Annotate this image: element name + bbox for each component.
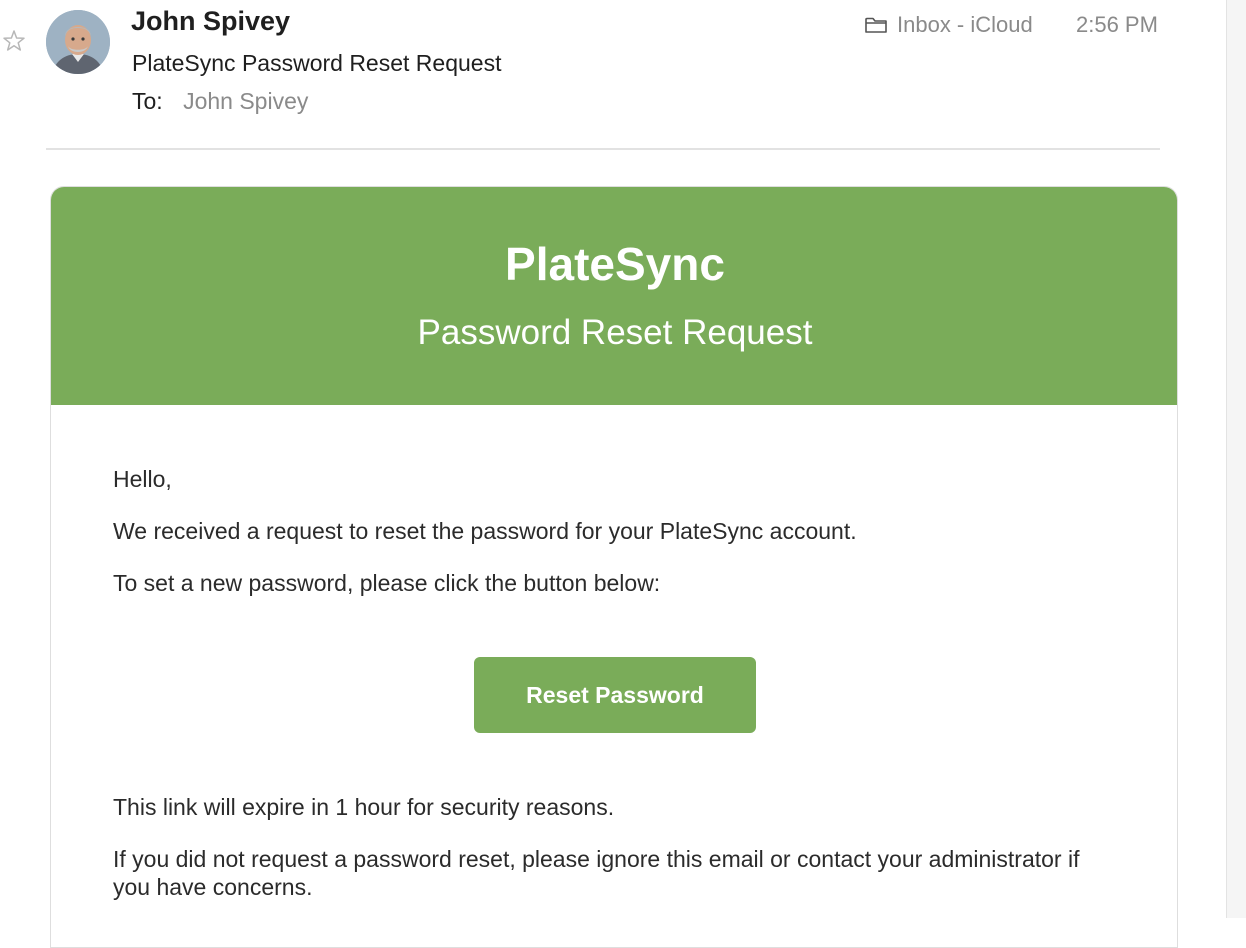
window-edge	[1226, 0, 1246, 918]
body-paragraph-request: We received a request to reset the passw…	[113, 518, 857, 544]
greeting: Hello,	[113, 466, 172, 492]
mailbox-label[interactable]: Inbox - iCloud	[864, 12, 1033, 38]
email-body: PlateSync Password Reset Request Hello, …	[50, 186, 1178, 948]
star-icon[interactable]	[2, 29, 26, 53]
to-label: To:	[132, 88, 163, 114]
recipient-row: To: John Spivey	[132, 88, 308, 115]
mailbox-name: Inbox - iCloud	[897, 12, 1033, 37]
body-paragraph-expiry: This link will expire in 1 hour for secu…	[113, 794, 615, 820]
email-banner: PlateSync Password Reset Request	[51, 187, 1177, 405]
brand-title: PlateSync	[505, 238, 725, 290]
header-divider	[46, 148, 1160, 150]
banner-subtitle: Password Reset Request	[417, 313, 813, 352]
received-time: 2:56 PM	[1076, 12, 1158, 37]
reset-password-button[interactable]: Reset Password	[474, 657, 756, 733]
recipient-name[interactable]: John Spivey	[183, 88, 308, 114]
sender-name[interactable]: John Spivey	[131, 6, 290, 37]
avatar[interactable]	[46, 10, 110, 74]
body-paragraph-ignore: If you did not request a password reset,…	[113, 846, 1080, 900]
body-paragraph-instruction: To set a new password, please click the …	[113, 570, 661, 596]
email-subject: PlateSync Password Reset Request	[132, 50, 502, 76]
folder-icon	[865, 17, 887, 33]
